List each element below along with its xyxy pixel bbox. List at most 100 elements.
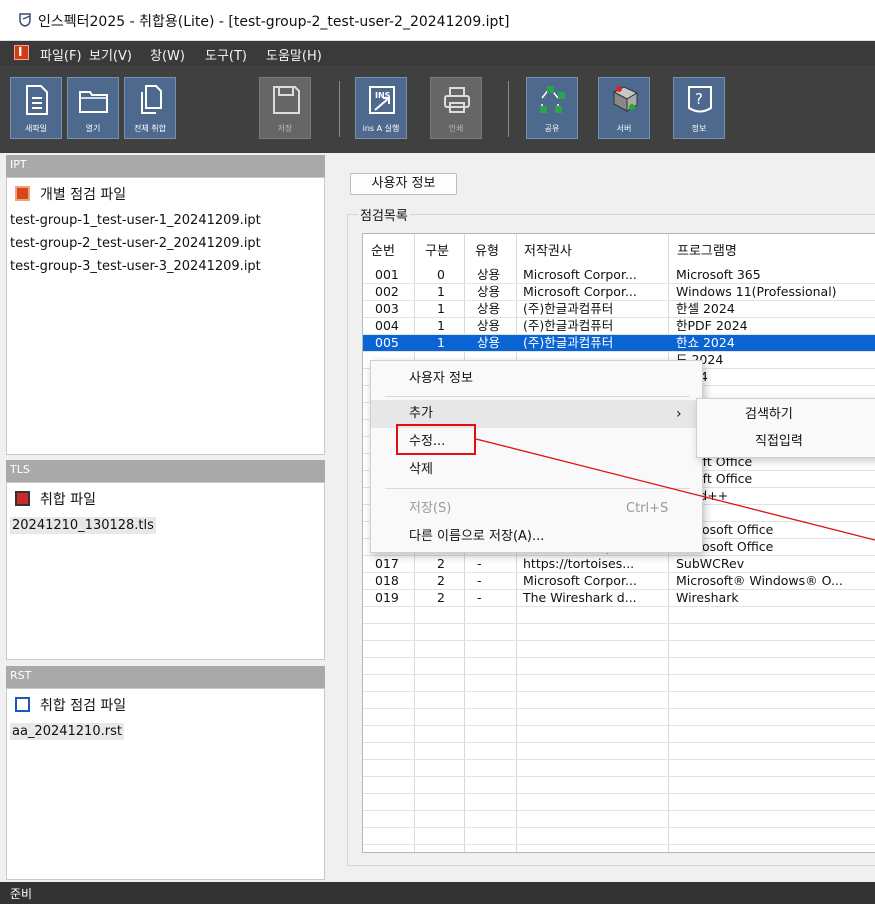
cell-type: - (477, 556, 482, 571)
tls-file-item[interactable]: 20241210_130128.tls (10, 517, 156, 534)
rst-type-label: 취합 점검 파일 (40, 698, 127, 714)
chevron-right-icon: › (676, 406, 682, 422)
menu-item-delete[interactable]: 삭제 (371, 456, 702, 484)
row-gridline (363, 759, 875, 760)
cell-type: - (477, 573, 482, 588)
column-header-category[interactable]: 구분 (425, 240, 449, 259)
info-button[interactable]: ? 정보 (673, 77, 725, 139)
table-row[interactable]: 018 2 - Microsoft Corpor... Microsoft® Windo… (363, 573, 875, 589)
cell-program: 한셀 2024 (676, 301, 735, 316)
cell-program: 한PDF 2024 (676, 318, 748, 333)
column-header-program[interactable]: 프로그램명 (677, 240, 737, 259)
column-header-no[interactable]: 순번 (371, 240, 395, 259)
cell-vendor: Microsoft Corpor... (523, 267, 637, 282)
menu-help[interactable]: 도움말(H) (266, 45, 322, 64)
merge-all-button[interactable]: 전체 취합 (124, 77, 176, 139)
cell-type: 상용 (477, 335, 501, 350)
ipt-type-label: 개별 점검 파일 (40, 187, 127, 203)
app-shield-icon (19, 13, 31, 27)
rst-file-icon (15, 697, 30, 712)
row-gridline (363, 742, 875, 743)
ipt-type-row: 개별 점검 파일 (15, 184, 126, 204)
cell-cat: 1 (437, 301, 445, 316)
column-header-vendor[interactable]: 저작권사 (524, 240, 572, 259)
table-row[interactable]: 017 2 - https://tortoises... SubWCRev (363, 556, 875, 572)
cell-program: 한쇼 2024 (676, 335, 735, 350)
cell-cat: 1 (437, 318, 445, 333)
ipt-file-item[interactable]: test-group-1_test-user-1_20241209.ipt (10, 213, 261, 228)
cell-type: - (477, 590, 482, 605)
cell-no: 017 (375, 556, 399, 571)
svg-text:?: ? (695, 90, 703, 108)
rst-file-item[interactable]: aa_20241210.rst (10, 723, 124, 740)
user-info-button[interactable]: 사용자 정보 (350, 173, 457, 195)
share-button[interactable]: 공유 (526, 77, 578, 139)
cell-program: Windows 11(Professional) (676, 284, 837, 299)
cell-no: 003 (375, 301, 399, 316)
ipt-file-item[interactable]: test-group-2_test-user-2_20241209.ipt (10, 236, 261, 251)
row-gridline (363, 708, 875, 709)
submenu-item-direct-input[interactable]: 직접입력 (697, 428, 875, 456)
menu-item-save[interactable]: 저장(S) Ctrl+S (371, 495, 702, 523)
open-folder-icon (79, 91, 108, 113)
server-button[interactable]: 서버 (598, 77, 650, 139)
cell-program: Wireshark (676, 590, 739, 605)
toolbar-separator (508, 81, 509, 137)
cell-cat: 1 (437, 335, 445, 350)
cell-no: 018 (375, 573, 399, 588)
ipt-file-item[interactable]: test-group-3_test-user-3_20241209.ipt (10, 259, 261, 274)
cell-vendor: (주)한글과컴퓨터 (523, 301, 614, 316)
new-file-button[interactable]: 새파일 (10, 77, 62, 139)
title-bar: 인스펙터2025 - 취합용(Lite) - [test-group-2_tes… (0, 0, 875, 41)
menu-separator (385, 396, 690, 397)
table-row[interactable]: 001 0 상용 Microsoft Corpor... Microsoft 365 (363, 267, 875, 283)
ipt-panel-header: IPT (6, 155, 325, 177)
row-gridline (363, 810, 875, 811)
print-button[interactable]: 인쇄 (430, 77, 482, 139)
tls-type-label: 취합 파일 (40, 492, 96, 508)
app-logo-icon[interactable] (14, 45, 29, 60)
column-header-type[interactable]: 유형 (475, 240, 499, 259)
menu-item-user-info[interactable]: 사용자 정보 (371, 365, 702, 393)
menu-window[interactable]: 창(W) (150, 45, 185, 64)
submenu-item-search[interactable]: 검색하기 (697, 401, 875, 429)
tls-panel: 취합 파일 20241210_130128.tls (6, 482, 325, 660)
menu-view[interactable]: 보기(V) (89, 45, 132, 64)
cell-no: 019 (375, 590, 399, 605)
row-gridline (363, 640, 875, 641)
row-gridline (363, 674, 875, 675)
menu-file[interactable]: 파일(F) (40, 45, 82, 64)
cell-vendor: (주)한글과컴퓨터 (523, 335, 614, 350)
inspection-list-label: 점검목록 (358, 205, 410, 224)
rst-type-row: 취합 점검 파일 (15, 695, 126, 715)
menu-tools[interactable]: 도구(T) (205, 45, 247, 64)
save-shortcut: Ctrl+S (626, 501, 669, 516)
menu-bar: 파일(F) 보기(V) 창(W) 도구(T) 도움말(H) (0, 41, 875, 65)
row-gridline (363, 827, 875, 828)
table-row[interactable]: 005 1 상용 (주)한글과컴퓨터 한쇼 2024 (363, 335, 875, 351)
row-gridline (363, 606, 875, 607)
cell-program: SubWCRev (676, 556, 745, 571)
open-button[interactable]: 열기 (67, 77, 119, 139)
menu-item-save-as[interactable]: 다른 이름으로 저장(A)... (371, 523, 702, 551)
window-title: 인스펙터2025 - 취합용(Lite) - [test-group-2_tes… (38, 14, 510, 30)
save-button[interactable]: 저장 (259, 77, 311, 139)
table-row[interactable]: 019 2 - The Wireshark d... Wireshark (363, 590, 875, 606)
cell-type: 상용 (477, 301, 501, 316)
cell-type: 상용 (477, 284, 501, 299)
table-row[interactable]: 004 1 상용 (주)한글과컴퓨터 한PDF 2024 (363, 318, 875, 334)
info-icon: ? (688, 86, 712, 113)
tls-file-icon (15, 491, 30, 506)
run-ins-a-button[interactable]: INS ins A 실행 (355, 77, 407, 139)
cell-type: 상용 (477, 318, 501, 333)
table-row[interactable]: 003 1 상용 (주)한글과컴퓨터 한셀 2024 (363, 301, 875, 317)
merge-files-icon (141, 85, 162, 114)
table-row[interactable]: 002 1 상용 Microsoft Corpor... Windows 11(Prof… (363, 284, 875, 300)
cell-vendor: Microsoft Corpor... (523, 284, 637, 299)
cell-cat: 2 (437, 556, 445, 571)
row-gridline (363, 844, 875, 845)
add-submenu: 검색하기 직접입력 (696, 398, 875, 458)
server-icon (612, 86, 639, 112)
save-icon (273, 86, 300, 114)
run-ins-icon: INS (369, 86, 395, 114)
